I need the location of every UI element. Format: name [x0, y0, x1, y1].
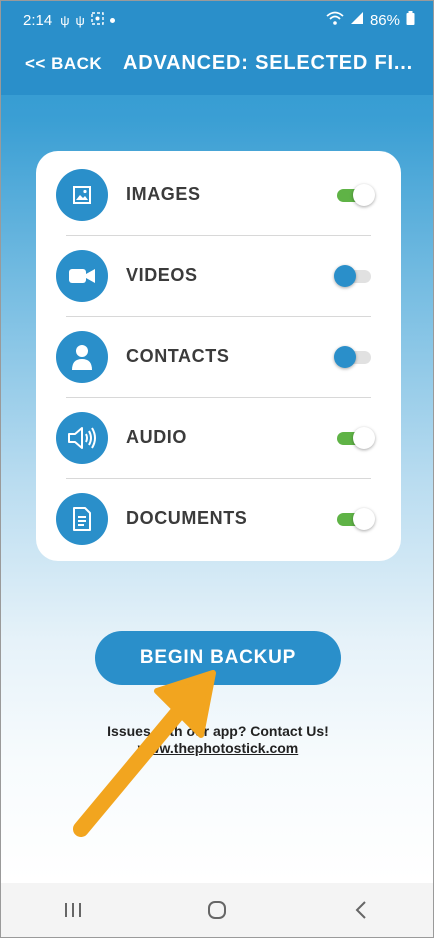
file-type-row-images: IMAGES: [36, 154, 401, 235]
file-type-row-videos: VIDEOS: [36, 235, 401, 316]
notification-dot-icon: [109, 17, 115, 23]
home-button[interactable]: [197, 895, 237, 925]
status-time: 2:14: [23, 11, 53, 29]
status-icons-right: 86%: [326, 11, 415, 29]
screenshot-icon: [91, 12, 104, 28]
status-icons-left: ψ ψ: [60, 12, 115, 28]
home-icon: [208, 901, 226, 919]
status-bar: 2:14 ψ ψ 86%: [1, 1, 433, 39]
file-type-label: AUDIO: [126, 427, 187, 447]
video-camera-icon: [56, 249, 108, 302]
file-type-label: CONTACTS: [126, 346, 230, 366]
battery-icon: [406, 11, 415, 29]
usb-icon: ψ: [60, 12, 70, 28]
app-screen: 2:14 ψ ψ 86% << BACK ADVANCED: SELECTED …: [0, 0, 434, 938]
file-type-row-contacts: CONTACTS: [36, 316, 401, 397]
file-type-label: IMAGES: [126, 184, 201, 204]
chevron-left-icon: [355, 901, 366, 919]
battery-text: 86%: [369, 11, 400, 29]
back-button[interactable]: << BACK: [25, 54, 102, 74]
videos-toggle[interactable]: [334, 264, 373, 287]
back-nav-button[interactable]: [341, 895, 381, 925]
file-type-card: IMAGES VIDEOS CONTACTS AUDIO DOCUMENTS: [36, 151, 401, 561]
speaker-icon: [56, 411, 108, 464]
file-type-label: DOCUMENTS: [126, 508, 248, 528]
wifi-icon: [326, 11, 344, 29]
document-icon: [56, 492, 108, 545]
contacts-toggle[interactable]: [334, 345, 373, 368]
signal-icon: [350, 11, 364, 29]
system-nav-bar: [1, 883, 433, 937]
image-icon: [56, 168, 108, 221]
audio-toggle[interactable]: [337, 426, 375, 449]
recent-apps-icon: [65, 903, 81, 917]
images-toggle[interactable]: [337, 183, 375, 206]
app-header: << BACK ADVANCED: SELECTED FI...: [1, 39, 433, 95]
file-type-row-documents: DOCUMENTS: [36, 478, 401, 559]
file-type-label: VIDEOS: [126, 265, 198, 285]
usb-icon: ψ: [75, 12, 85, 28]
arrow-annotation-icon: [73, 670, 216, 837]
recent-apps-button[interactable]: [53, 895, 93, 925]
page-title: ADVANCED: SELECTED FI...: [123, 52, 413, 74]
person-icon: [56, 330, 108, 383]
file-type-row-audio: AUDIO: [36, 397, 401, 478]
documents-toggle[interactable]: [337, 507, 375, 530]
